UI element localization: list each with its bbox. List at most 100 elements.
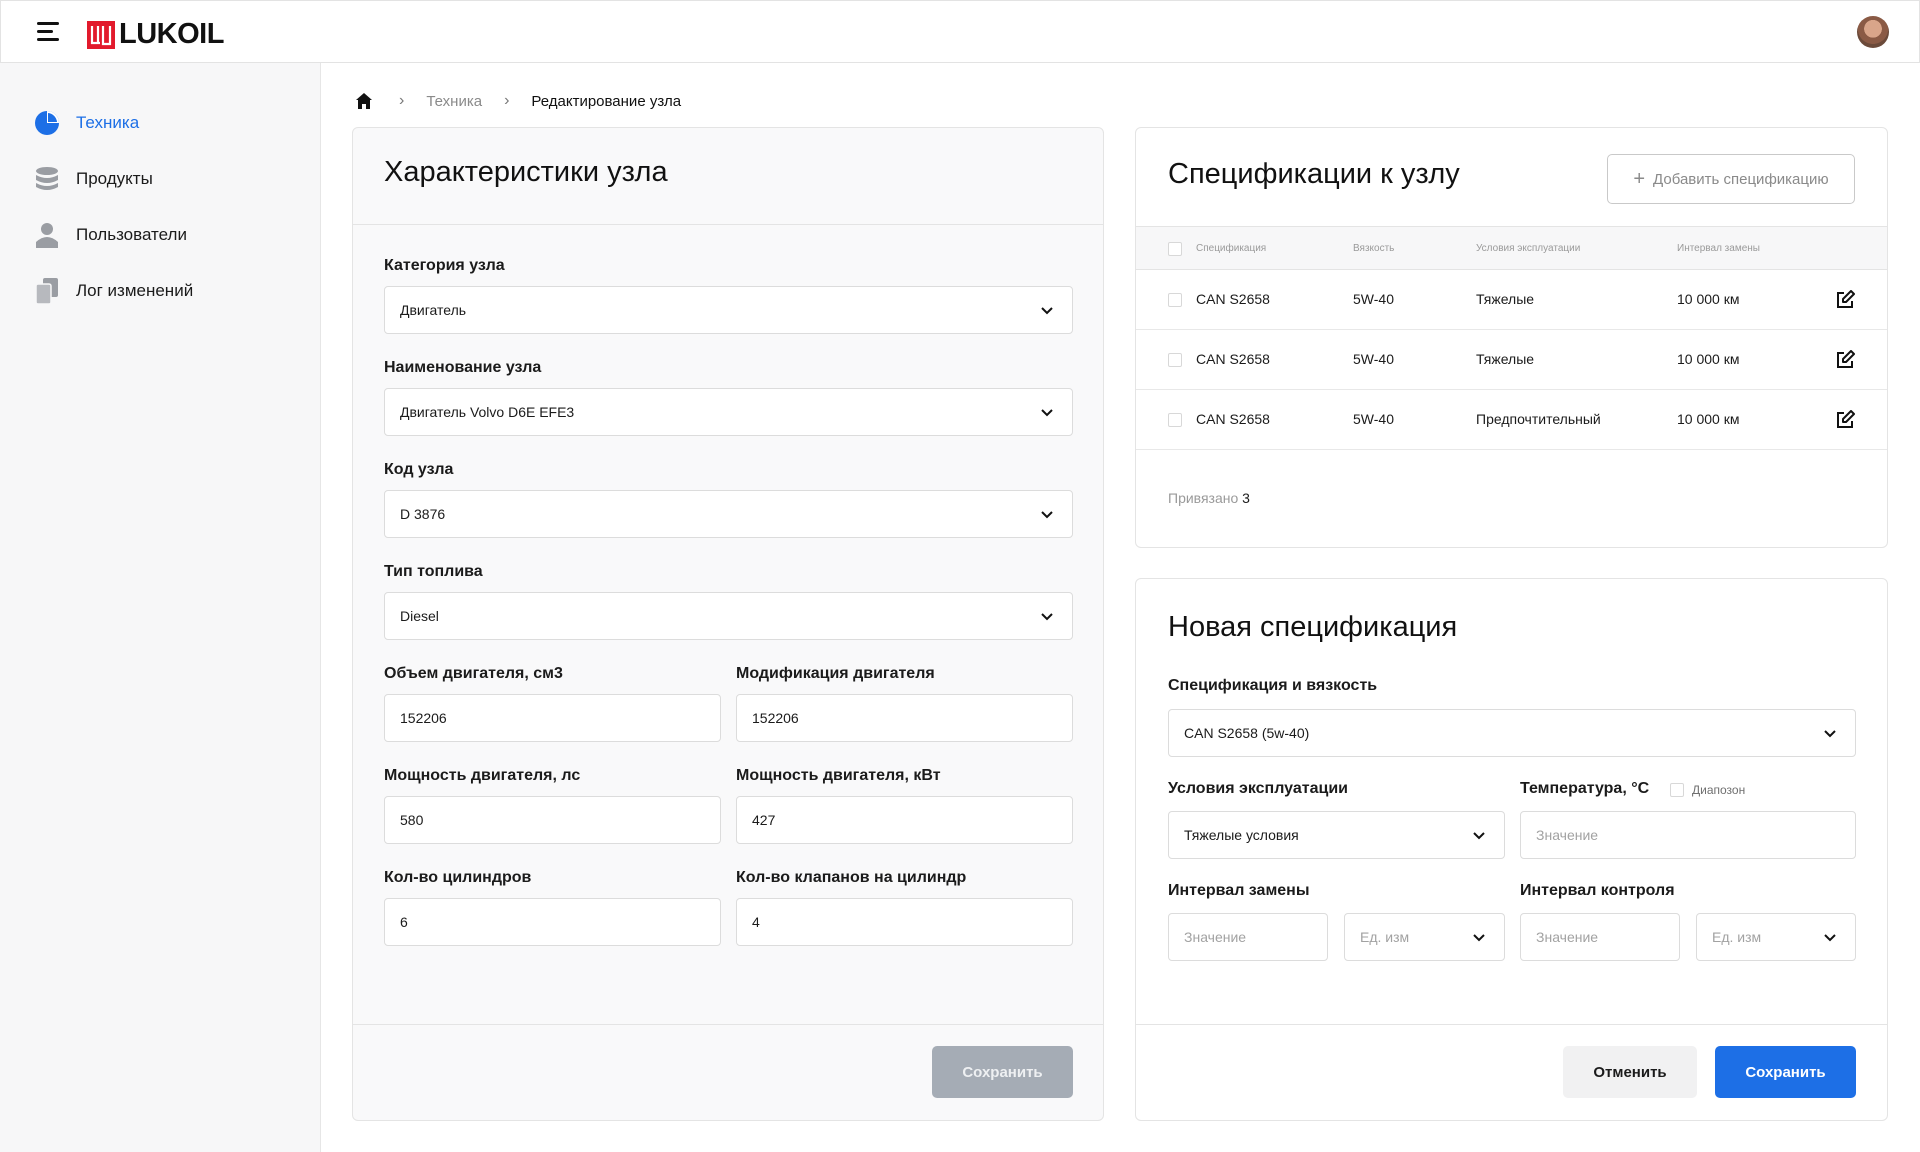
save-specification-button[interactable]: Сохранить xyxy=(1715,1046,1856,1098)
valves-input[interactable]: 4 xyxy=(736,898,1073,946)
chevron-down-icon xyxy=(1041,409,1053,417)
top-bar: LUKOIL xyxy=(0,0,1920,63)
input-value: 6 xyxy=(400,914,408,930)
chevron-down-icon xyxy=(1041,613,1053,621)
engine-power-hp-input[interactable]: 580 xyxy=(384,796,721,844)
logo-text: LUKOIL xyxy=(119,18,224,50)
chevron-down-icon xyxy=(1824,934,1836,942)
spec-viscosity-select[interactable]: CAN S2658 (5w-40) xyxy=(1168,709,1856,757)
edit-icon[interactable] xyxy=(1835,290,1855,310)
node-code-select[interactable]: D 3876 xyxy=(384,490,1073,538)
select-value: Двигатель xyxy=(400,302,467,318)
cell-conditions: Тяжелые xyxy=(1476,291,1535,307)
select-value: Diesel xyxy=(400,608,439,624)
placeholder: Значение xyxy=(1184,929,1247,945)
new-specification-card: Новая спецификация Спецификация и вязкос… xyxy=(1135,578,1888,1121)
chevron-down-icon xyxy=(1041,307,1053,315)
table-row: CAN S2658 5W-40 Тяжелые 10 000 км xyxy=(1136,330,1887,390)
input-value: 152206 xyxy=(400,710,447,726)
specifications-card: Спецификации к узлу + Добавить специфика… xyxy=(1135,127,1888,548)
engine-power-kw-input[interactable]: 427 xyxy=(736,796,1073,844)
replace-interval-input[interactable]: Значение xyxy=(1168,913,1328,961)
fuel-type-select[interactable]: Diesel xyxy=(384,592,1073,640)
documents-icon xyxy=(34,278,60,304)
sidebar-item-log[interactable]: Лог изменений xyxy=(34,275,193,307)
table-header: Спецификация Вязкость Условия эксплуатац… xyxy=(1136,226,1887,270)
row-checkbox[interactable] xyxy=(1168,293,1182,307)
column-header: Интервал замены xyxy=(1677,243,1760,254)
cell-conditions: Тяжелые xyxy=(1476,351,1535,367)
row-checkbox[interactable] xyxy=(1168,353,1182,367)
row-checkbox[interactable] xyxy=(1168,413,1182,427)
bound-value: 3 xyxy=(1242,490,1250,506)
select-all-checkbox[interactable] xyxy=(1168,242,1182,256)
cell-spec: CAN S2658 xyxy=(1196,351,1270,367)
engine-volume-input[interactable]: 152206 xyxy=(384,694,721,742)
cell-spec: CAN S2658 xyxy=(1196,411,1270,427)
control-interval-unit-select[interactable]: Ед. изм xyxy=(1696,913,1856,961)
control-interval-input[interactable]: Значение xyxy=(1520,913,1680,961)
sidebar-item-technika[interactable]: Техника xyxy=(34,107,139,139)
user-icon xyxy=(34,222,60,248)
range-checkbox[interactable] xyxy=(1670,783,1684,797)
card-title: Спецификации к узлу xyxy=(1168,158,1460,190)
chevron-right-icon: › xyxy=(504,92,510,109)
save-button[interactable]: Сохранить xyxy=(932,1046,1073,1098)
edit-icon[interactable] xyxy=(1835,410,1855,430)
cancel-button[interactable]: Отменить xyxy=(1563,1046,1697,1098)
field-label: Кол-во цилиндров xyxy=(384,869,532,886)
plus-icon: + xyxy=(1633,167,1646,190)
placeholder: Значение xyxy=(1536,827,1599,843)
select-value: CAN S2658 (5w-40) xyxy=(1184,725,1310,741)
input-value: 152206 xyxy=(752,710,799,726)
placeholder: Значение xyxy=(1536,929,1599,945)
chevron-down-icon xyxy=(1473,832,1485,840)
field-label: Модификация двигателя xyxy=(736,665,935,682)
placeholder: Ед. изм xyxy=(1712,929,1762,945)
field-label: Объем двигателя, см3 xyxy=(384,665,563,682)
node-name-select[interactable]: Двигатель Volvo D6E EFE3 xyxy=(384,388,1073,436)
sidebar-item-users[interactable]: Пользователи xyxy=(34,219,187,251)
cell-conditions: Предпочтительный xyxy=(1476,411,1601,427)
table-row: CAN S2658 5W-40 Предпочтительный 10 000 … xyxy=(1136,390,1887,450)
logo[interactable]: LUKOIL xyxy=(87,18,224,51)
bound-count: Привязано 3 xyxy=(1168,490,1250,506)
replace-interval-unit-select[interactable]: Ед. изм xyxy=(1344,913,1505,961)
pie-chart-icon xyxy=(34,110,60,136)
category-select[interactable]: Двигатель xyxy=(384,286,1073,334)
lukoil-logo-icon xyxy=(87,20,115,49)
range-checkbox-label: Диапозон xyxy=(1692,783,1746,797)
temperature-input[interactable]: Значение xyxy=(1520,811,1856,859)
bound-label: Привязано xyxy=(1168,490,1239,506)
breadcrumb: › Техника › Редактирование узла xyxy=(355,89,681,113)
breadcrumb-link-technika[interactable]: Техника xyxy=(426,93,482,110)
node-characteristics-card: Характеристики узла Категория узла Двига… xyxy=(352,127,1104,1121)
card-footer: Отменить Сохранить xyxy=(1136,1024,1887,1120)
chevron-down-icon xyxy=(1824,730,1836,738)
input-value: 580 xyxy=(400,812,424,828)
field-label: Кол-во клапанов на цилиндр xyxy=(736,869,967,886)
field-label: Условия эксплуатации xyxy=(1168,780,1348,797)
column-header: Условия эксплуатации xyxy=(1476,243,1581,254)
select-value: D 3876 xyxy=(400,506,446,522)
field-label: Код узла xyxy=(384,461,454,478)
sidebar-item-products[interactable]: Продукты xyxy=(34,163,153,195)
cylinders-input[interactable]: 6 xyxy=(384,898,721,946)
field-label: Мощность двигателя, кВт xyxy=(736,767,941,784)
edit-icon[interactable] xyxy=(1835,350,1855,370)
card-title: Новая спецификация xyxy=(1168,611,1458,643)
sidebar-item-label: Продукты xyxy=(76,169,153,188)
avatar[interactable] xyxy=(1857,16,1889,48)
home-icon[interactable] xyxy=(355,92,373,110)
engine-modification-input[interactable]: 152206 xyxy=(736,694,1073,742)
field-label: Интервал замены xyxy=(1168,882,1310,899)
add-specification-button[interactable]: + Добавить спецификацию xyxy=(1607,154,1855,204)
input-value: 427 xyxy=(752,812,776,828)
placeholder: Ед. изм xyxy=(1360,929,1410,945)
menu-icon[interactable] xyxy=(37,22,61,42)
breadcrumb-current: Редактирование узла xyxy=(531,92,682,110)
button-label: Добавить спецификацию xyxy=(1653,170,1829,188)
cell-viscosity: 5W-40 xyxy=(1353,291,1394,307)
database-icon xyxy=(34,166,60,192)
conditions-select[interactable]: Тяжелые условия xyxy=(1168,811,1505,859)
